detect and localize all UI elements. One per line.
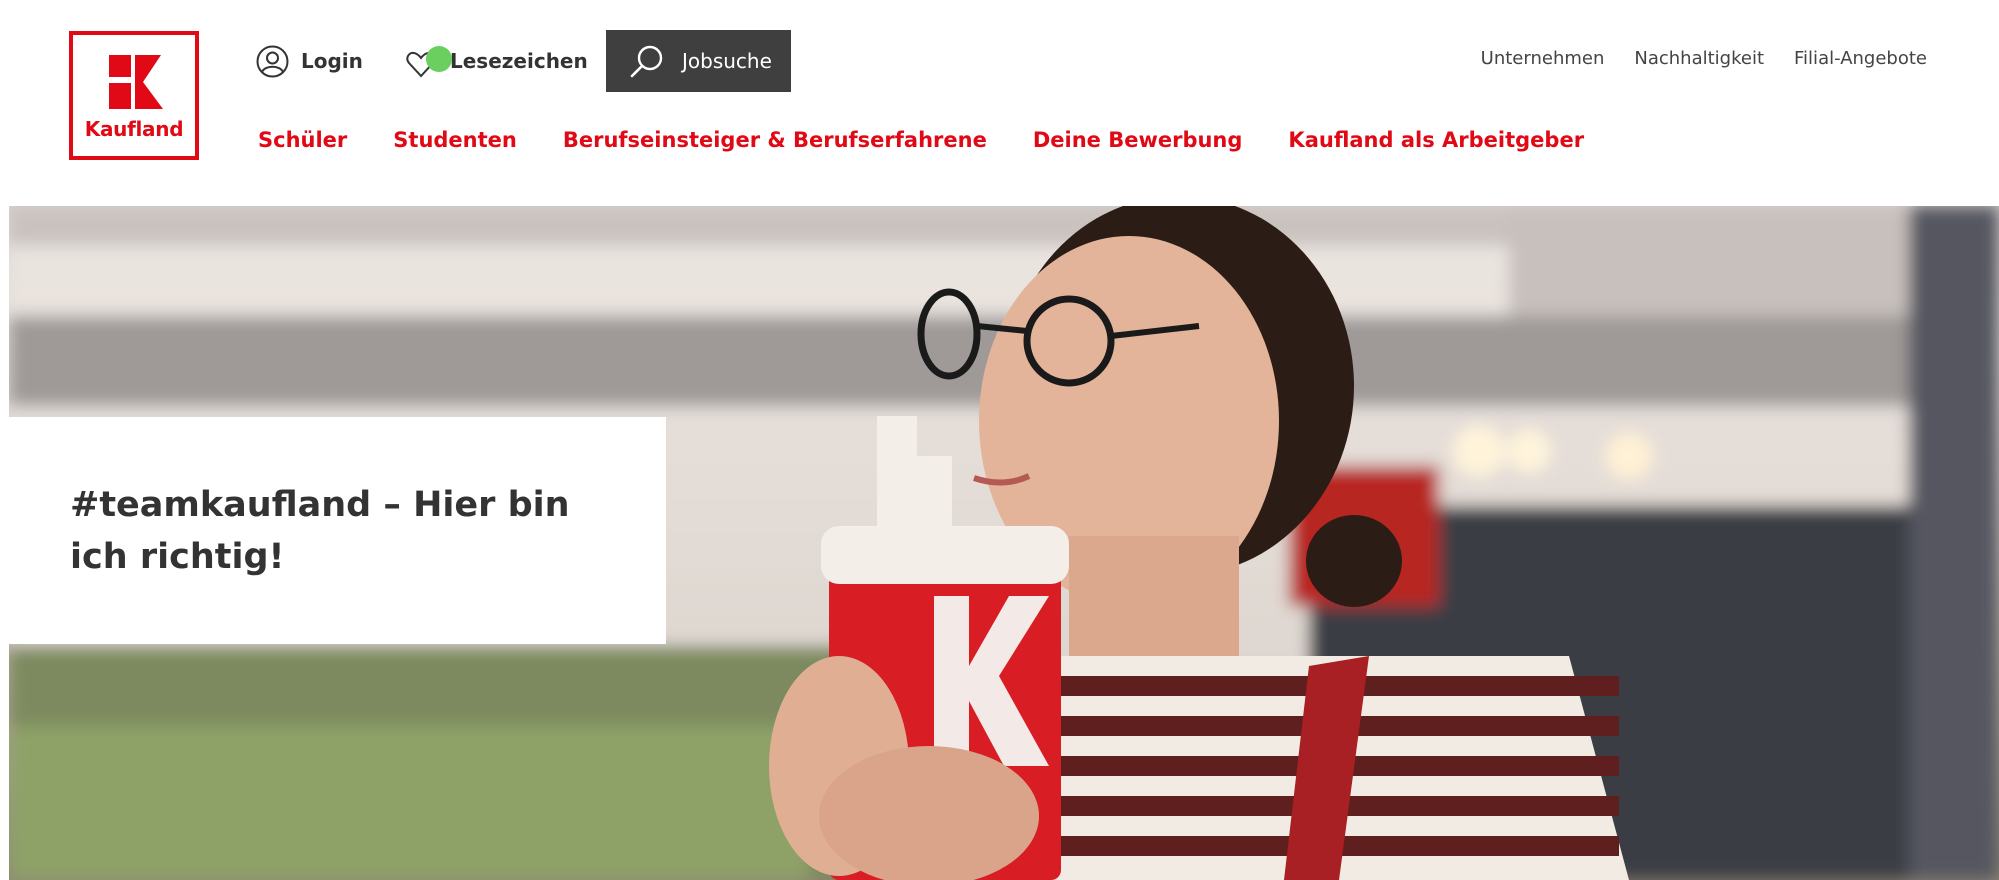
jobsearch-label: Jobsuche: [682, 49, 772, 73]
nav-item-berufseinsteiger[interactable]: Berufseinsteiger & Berufserfahrene: [563, 128, 987, 152]
hero-title: #teamkaufland – Hier bin ich richtig!: [70, 485, 570, 577]
hero-teaser-box: #teamkaufland – Hier bin ich richtig!: [9, 417, 666, 644]
top-link-filial-angebote[interactable]: Filial-Angebote: [1794, 48, 1927, 69]
bookmark-icon-wrap: [404, 44, 452, 78]
logo-wordmark: Kaufland: [84, 117, 184, 141]
utility-nav: Unternehmen Nachhaltigkeit Filial-Angebo…: [1481, 48, 1927, 69]
search-icon: [630, 45, 663, 78]
bookmarks-label: Lesezeichen: [450, 49, 588, 73]
login-link[interactable]: Login: [256, 30, 363, 92]
nav-item-studenten[interactable]: Studenten: [393, 128, 517, 152]
main-nav: Schüler Studenten Berufseinsteiger & Ber…: [258, 128, 1584, 152]
user-circle-icon: [256, 45, 289, 77]
top-link-nachhaltigkeit[interactable]: Nachhaltigkeit: [1634, 48, 1764, 69]
kaufland-k-mark: [109, 55, 163, 109]
site-header: Kaufland Login Lesezeichen Jobsuche Unte…: [0, 0, 1999, 206]
bookmarks-link[interactable]: Lesezeichen: [404, 30, 588, 92]
login-label: Login: [301, 49, 363, 73]
nav-item-bewerbung[interactable]: Deine Bewerbung: [1033, 128, 1243, 152]
jobsearch-button[interactable]: Jobsuche: [606, 30, 791, 92]
top-link-unternehmen[interactable]: Unternehmen: [1481, 48, 1605, 69]
bookmark-count-badge: [426, 46, 452, 72]
nav-item-arbeitgeber[interactable]: Kaufland als Arbeitgeber: [1288, 128, 1584, 152]
kaufland-logo[interactable]: Kaufland: [69, 31, 199, 160]
nav-item-schueler[interactable]: Schüler: [258, 128, 347, 152]
